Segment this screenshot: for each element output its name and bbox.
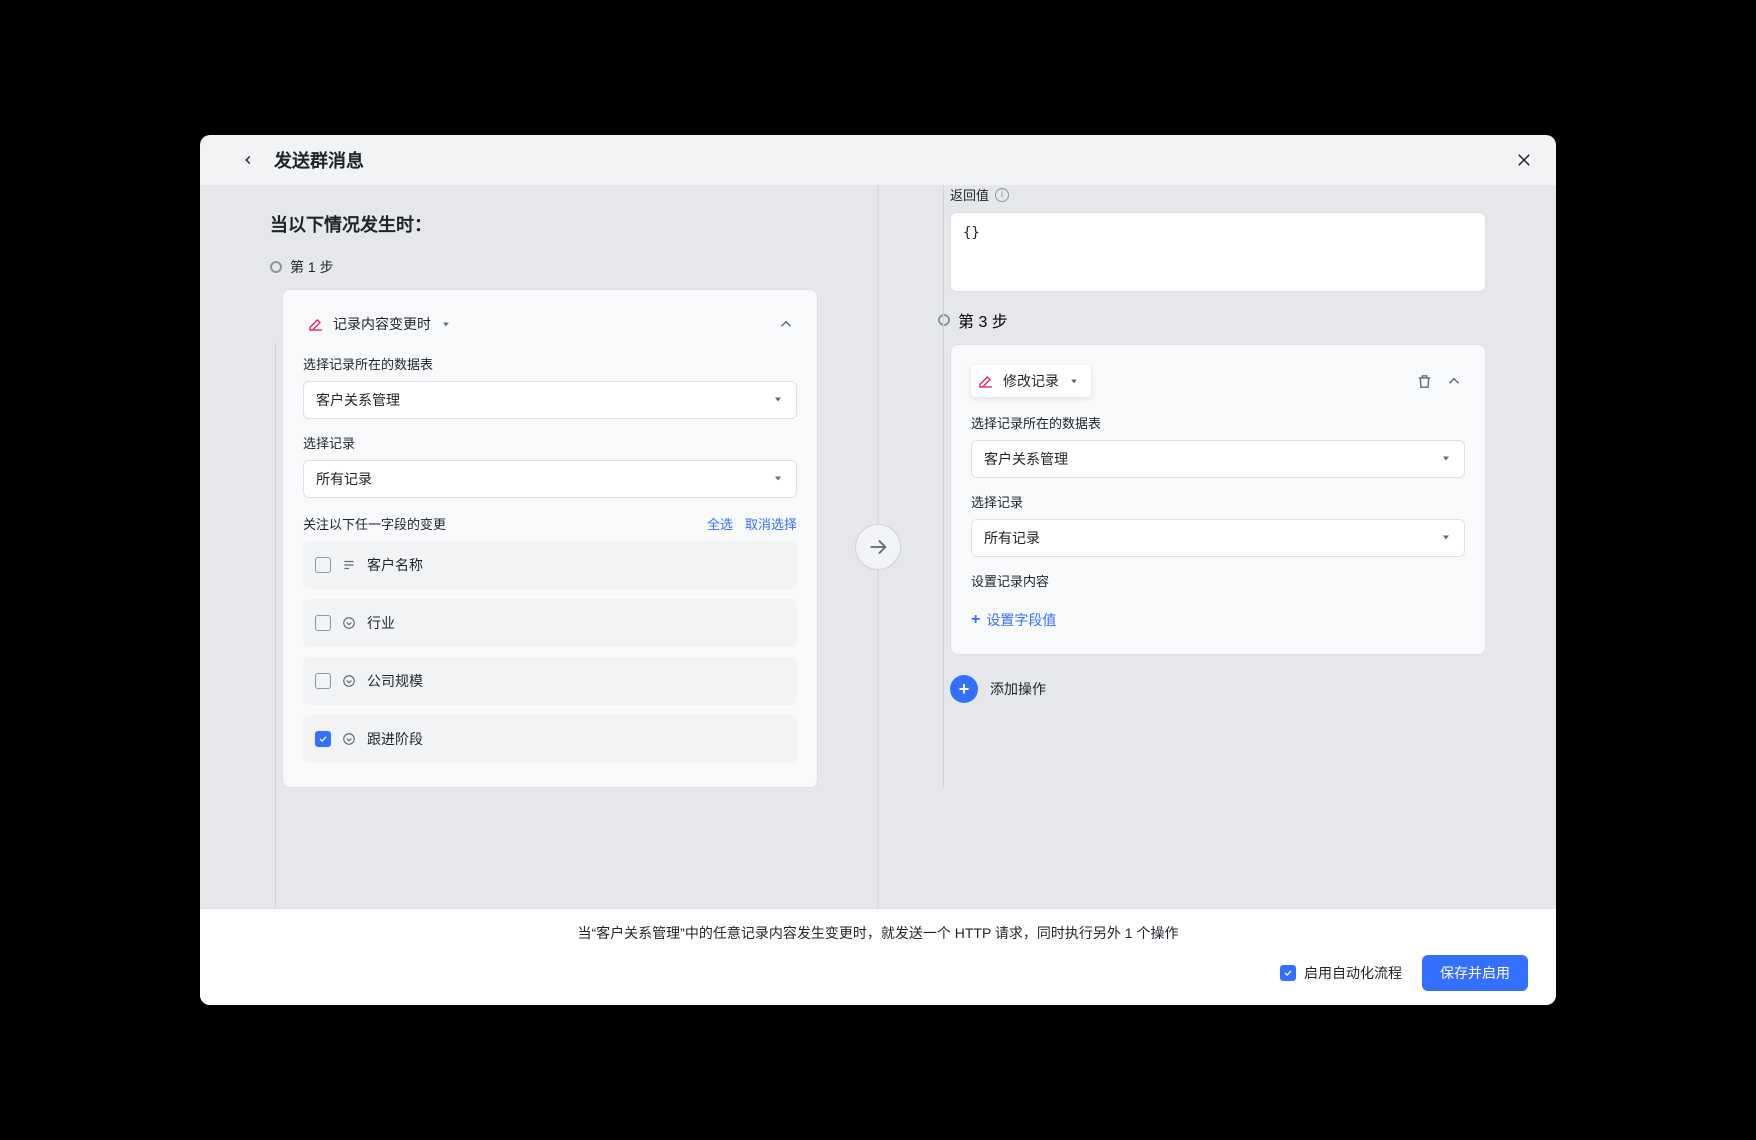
trigger-heading: 当以下情况发生时： xyxy=(270,211,818,237)
add-action-button[interactable]: + xyxy=(950,675,978,703)
caret-down-icon xyxy=(439,317,453,331)
edit-icon xyxy=(307,315,325,333)
select-all-button[interactable]: 全选 xyxy=(707,514,733,533)
select-field-icon xyxy=(341,673,357,689)
workflow-summary: 当“客户关系管理”中的任意记录内容发生变更时，就发送一个 HTTP 请求，同时执… xyxy=(228,923,1528,943)
enable-workflow-toggle[interactable]: 启用自动化流程 xyxy=(1280,963,1402,983)
trigger-panel: 当以下情况发生时： 第 1 步 记录内容变更时 xyxy=(200,185,878,908)
dialog-title: 发送群消息 xyxy=(274,147,364,173)
trigger-type-label: 记录内容变更时 xyxy=(333,314,431,334)
watch-fields-header: 关注以下任一字段的变更 全选 取消选择 xyxy=(303,514,797,533)
checkbox-icon xyxy=(315,673,331,689)
action-type-selector[interactable]: 修改记录 xyxy=(971,365,1091,397)
step-node-icon xyxy=(270,261,282,273)
step-connector-line xyxy=(943,185,944,788)
action-record-label: 选择记录 xyxy=(971,492,1465,511)
trigger-card-header: 记录内容变更时 xyxy=(303,310,797,338)
add-field-value-button[interactable]: + 设置字段值 xyxy=(971,610,1056,630)
plus-icon: + xyxy=(971,611,980,629)
step-1-text: 第 1 步 xyxy=(290,257,334,277)
return-value-block: 返回值 i {} xyxy=(950,185,1486,292)
action-record-select[interactable]: 所有记录 xyxy=(971,519,1465,557)
back-button[interactable] xyxy=(238,150,258,170)
field-name: 客户名称 xyxy=(367,555,423,575)
chevron-down-icon xyxy=(772,392,784,408)
add-action-row: + 添加操作 xyxy=(950,675,1486,703)
step-1-label: 第 1 步 xyxy=(270,257,818,277)
field-checklist: 客户名称 行业 公司规模 跟进阶段 xyxy=(303,541,797,763)
add-field-label: 设置字段值 xyxy=(986,610,1056,630)
field-name: 跟进阶段 xyxy=(367,729,423,749)
field-checkbox-item[interactable]: 跟进阶段 xyxy=(303,715,797,763)
delete-button[interactable] xyxy=(1413,370,1435,392)
field-checkbox-item[interactable]: 客户名称 xyxy=(303,541,797,589)
save-and-enable-button[interactable]: 保存并启用 xyxy=(1422,955,1528,991)
trigger-card: 记录内容变更时 选择记录所在的数据表 客户关系管理 xyxy=(282,289,818,788)
workflow-content: 当以下情况发生时： 第 1 步 记录内容变更时 xyxy=(200,185,1556,908)
deselect-all-button[interactable]: 取消选择 xyxy=(745,514,797,533)
action-panel: 返回值 i {} 第 3 步 修改记录 xyxy=(878,185,1556,908)
collapse-button[interactable] xyxy=(775,313,797,335)
step-connector-line xyxy=(275,343,276,908)
action-card: 修改记录 选择记录所在的数据表 xyxy=(950,344,1486,655)
add-action-label: 添加操作 xyxy=(990,679,1046,699)
chevron-down-icon xyxy=(1440,530,1452,546)
checkbox-icon xyxy=(315,557,331,573)
watch-fields-label: 关注以下任一字段的变更 xyxy=(303,514,446,533)
table-select-value: 客户关系管理 xyxy=(316,390,400,410)
table-select-label: 选择记录所在的数据表 xyxy=(303,354,797,373)
text-field-icon xyxy=(341,557,357,573)
edit-icon xyxy=(977,372,995,390)
record-select-value: 所有记录 xyxy=(316,469,372,489)
action-table-value: 客户关系管理 xyxy=(984,449,1068,469)
action-record-value: 所有记录 xyxy=(984,528,1040,548)
footer-controls: 启用自动化流程 保存并启用 xyxy=(228,955,1528,991)
record-select[interactable]: 所有记录 xyxy=(303,460,797,498)
checkbox-icon xyxy=(315,615,331,631)
action-table-select[interactable]: 客户关系管理 xyxy=(971,440,1465,478)
dialog-header: 发送群消息 xyxy=(200,135,1556,185)
step-3-text: 第 3 步 xyxy=(958,308,1008,332)
dialog-footer: 当“客户关系管理”中的任意记录内容发生变更时，就发送一个 HTTP 请求，同时执… xyxy=(200,908,1556,1005)
record-select-label: 选择记录 xyxy=(303,433,797,452)
step-3-label: 第 3 步 xyxy=(938,308,1486,332)
step-node-icon xyxy=(938,314,950,326)
return-value-box[interactable]: {} xyxy=(950,212,1486,292)
table-select[interactable]: 客户关系管理 xyxy=(303,381,797,419)
close-button[interactable] xyxy=(1512,148,1536,172)
checkbox-checked-icon xyxy=(1280,965,1296,981)
field-name: 公司规模 xyxy=(367,671,423,691)
caret-down-icon xyxy=(1067,374,1081,388)
select-field-icon xyxy=(341,731,357,747)
trigger-type-selector[interactable]: 记录内容变更时 xyxy=(303,310,461,338)
chevron-down-icon xyxy=(1440,451,1452,467)
workflow-dialog: 发送群消息 当以下情况发生时： 第 1 步 xyxy=(200,135,1556,1005)
collapse-button[interactable] xyxy=(1443,370,1465,392)
info-icon[interactable]: i xyxy=(995,188,1009,202)
chevron-down-icon xyxy=(772,471,784,487)
action-table-label: 选择记录所在的数据表 xyxy=(971,413,1465,432)
field-checkbox-item[interactable]: 公司规模 xyxy=(303,657,797,705)
checkbox-checked-icon xyxy=(315,731,331,747)
return-label-text: 返回值 xyxy=(950,185,989,204)
field-name: 行业 xyxy=(367,613,395,633)
select-field-icon xyxy=(341,615,357,631)
enable-label: 启用自动化流程 xyxy=(1304,963,1402,983)
action-card-header: 修改记录 xyxy=(971,365,1465,397)
set-content-label: 设置记录内容 xyxy=(971,571,1465,590)
return-value-header: 返回值 i xyxy=(950,185,1486,204)
field-checkbox-item[interactable]: 行业 xyxy=(303,599,797,647)
action-type-label: 修改记录 xyxy=(1003,371,1059,391)
